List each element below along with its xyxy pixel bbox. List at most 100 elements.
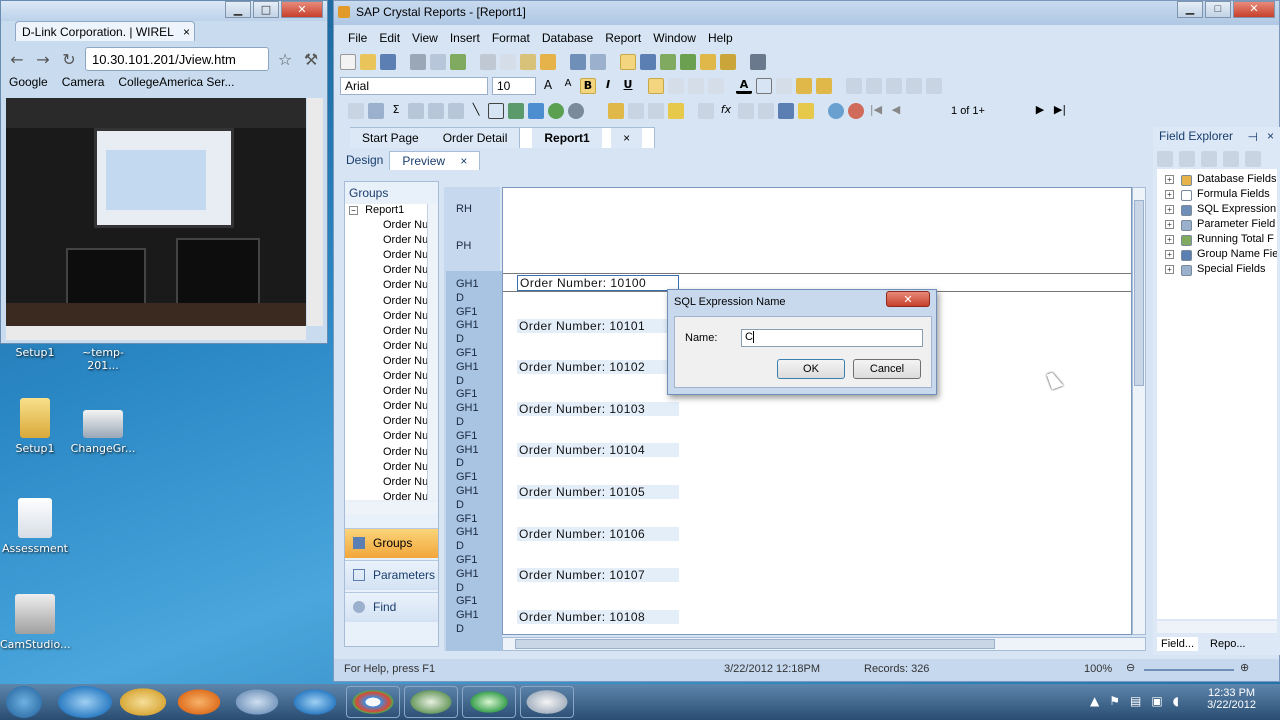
bold-icon[interactable]: B bbox=[580, 78, 596, 94]
undo-icon[interactable] bbox=[570, 54, 586, 70]
font-size-select[interactable]: 10 bbox=[492, 77, 536, 95]
tree-item[interactable]: Order Nu bbox=[345, 325, 427, 340]
expand-icon[interactable]: + bbox=[1165, 235, 1174, 244]
menu-insert[interactable]: Insert bbox=[444, 29, 486, 47]
expand-icon[interactable]: + bbox=[1165, 205, 1174, 214]
maximize-icon[interactable]: □ bbox=[1205, 1, 1231, 18]
start-button[interactable] bbox=[6, 686, 42, 718]
expand-icon[interactable]: + bbox=[1165, 175, 1174, 184]
database-expert-icon[interactable] bbox=[608, 103, 624, 119]
lock-size-icon[interactable] bbox=[816, 78, 832, 94]
back-icon[interactable]: ← bbox=[7, 50, 27, 69]
scroll-thumb[interactable] bbox=[515, 639, 995, 649]
tree-item[interactable]: Order Nu bbox=[345, 264, 427, 279]
taskbar-ie-icon-2[interactable] bbox=[288, 686, 342, 718]
menu-help[interactable]: Help bbox=[702, 29, 739, 47]
page-indicator[interactable]: 1 of 1+ bbox=[908, 105, 1028, 117]
redo-icon[interactable] bbox=[590, 54, 606, 70]
insert-flash-icon[interactable] bbox=[568, 103, 584, 119]
underline-icon[interactable]: U bbox=[620, 78, 636, 94]
ok-button[interactable]: OK bbox=[777, 359, 845, 379]
field-explorer-item[interactable]: + Parameter Field bbox=[1157, 218, 1277, 233]
flag-icon[interactable]: ⚑ bbox=[1109, 694, 1120, 708]
zoom-in-icon[interactable]: ⊕ bbox=[1240, 661, 1249, 674]
first-page-icon[interactable]: |◀ bbox=[868, 103, 884, 119]
print-icon[interactable] bbox=[410, 54, 426, 70]
justify-icon[interactable] bbox=[708, 78, 724, 94]
tab-close-icon[interactable]: × bbox=[183, 25, 190, 39]
tab-design[interactable]: Design bbox=[340, 151, 389, 170]
order-number-field[interactable]: Order Number: 10103 bbox=[517, 401, 679, 416]
find-button[interactable]: Find bbox=[345, 592, 438, 622]
sort-expert-icon[interactable] bbox=[648, 103, 664, 119]
tab-preview[interactable]: Preview × bbox=[389, 151, 481, 170]
insert-picture-icon[interactable] bbox=[508, 103, 524, 119]
expand-icon[interactable]: + bbox=[1165, 250, 1174, 259]
report-canvas[interactable]: Order Number: 10100 Order Number: 10101 Or… bbox=[502, 187, 1132, 635]
menu-database[interactable]: Database bbox=[536, 29, 599, 47]
report-horizontal-scrollbar[interactable] bbox=[502, 637, 1146, 651]
italic-icon[interactable]: I bbox=[600, 78, 616, 94]
tree-item[interactable]: Order Nu bbox=[345, 249, 427, 264]
field-explorer-icon[interactable] bbox=[660, 54, 676, 70]
percent-icon[interactable] bbox=[886, 78, 902, 94]
tab-order-detail[interactable]: Order Detail bbox=[430, 127, 520, 148]
desktop-icon-assessment[interactable]: Assessment bbox=[0, 498, 70, 555]
tree-root[interactable]: − Report1 bbox=[345, 204, 427, 219]
address-bar[interactable]: 10.30.101.201/Jview.htm bbox=[85, 47, 269, 71]
insert-crosstab-icon[interactable] bbox=[408, 103, 424, 119]
tab-close-icon[interactable]: × bbox=[611, 127, 643, 148]
taskbar-chrome-icon[interactable] bbox=[346, 686, 400, 718]
menu-view[interactable]: View bbox=[406, 29, 444, 47]
repository-icon[interactable] bbox=[700, 54, 716, 70]
cut-icon[interactable] bbox=[480, 54, 496, 70]
expand-icon[interactable]: + bbox=[1165, 190, 1174, 199]
tree-item[interactable]: Order Nu bbox=[345, 430, 427, 445]
close-icon[interactable]: ✕ bbox=[1233, 1, 1275, 18]
tree-item[interactable]: Order Nu bbox=[345, 491, 427, 500]
tree-vertical-scrollbar[interactable] bbox=[427, 204, 438, 500]
edit-field-icon[interactable] bbox=[1223, 151, 1239, 167]
tree-item[interactable]: Order Nu bbox=[345, 461, 427, 476]
scroll-thumb[interactable] bbox=[1134, 200, 1144, 386]
lock-format-icon[interactable] bbox=[796, 78, 812, 94]
insert-box-icon[interactable] bbox=[488, 103, 504, 119]
paste-icon[interactable] bbox=[520, 54, 536, 70]
align-right-icon[interactable] bbox=[688, 78, 704, 94]
desktop-icon-temp[interactable]: ~temp-201... bbox=[68, 346, 138, 372]
increase-font-icon[interactable]: A bbox=[540, 78, 556, 94]
next-page-icon[interactable]: ▶ bbox=[1032, 103, 1048, 119]
star-icon[interactable]: ☆ bbox=[275, 50, 295, 69]
menu-window[interactable]: Window bbox=[647, 29, 702, 47]
border-icon[interactable] bbox=[756, 78, 772, 94]
order-number-field[interactable]: Order Number: 10107 bbox=[517, 568, 679, 583]
browser-vertical-scrollbar[interactable] bbox=[307, 98, 323, 326]
workbench-icon[interactable] bbox=[720, 54, 736, 70]
minimize-icon[interactable]: ▁ bbox=[225, 1, 251, 18]
close-icon[interactable]: ✕ bbox=[281, 1, 323, 18]
tree-item[interactable]: Order Nu bbox=[345, 279, 427, 294]
forward-icon[interactable]: → bbox=[33, 50, 53, 69]
align-center-icon[interactable] bbox=[668, 78, 684, 94]
parameters-button[interactable]: Parameters bbox=[345, 560, 438, 590]
new-icon[interactable] bbox=[340, 54, 356, 70]
collapse-icon[interactable]: − bbox=[349, 206, 358, 215]
taskbar-window-icon[interactable] bbox=[520, 686, 574, 718]
tree-item[interactable]: Order Nu bbox=[345, 340, 427, 355]
suppress-icon[interactable] bbox=[776, 78, 792, 94]
field-explorer-item[interactable]: + Formula Fields bbox=[1157, 188, 1277, 203]
tree-item[interactable]: Order Nu bbox=[345, 234, 427, 249]
order-number-field[interactable]: Order Number: 10105 bbox=[517, 485, 679, 499]
taskbar-ie-icon[interactable] bbox=[58, 686, 112, 718]
insert-subreport-icon[interactable] bbox=[448, 103, 464, 119]
order-number-field[interactable]: Order Number: 10100 bbox=[517, 275, 679, 291]
pin-icon[interactable]: ⊣ bbox=[1248, 130, 1258, 144]
zoom-out-icon[interactable]: ⊖ bbox=[1126, 661, 1135, 674]
menu-format[interactable]: Format bbox=[486, 29, 536, 47]
tree-item[interactable]: Order Nu bbox=[345, 446, 427, 461]
groups-button[interactable]: Groups bbox=[345, 528, 438, 558]
group-tree[interactable]: − Report1 Order Nu Order Nu Order Nu Order … bbox=[345, 204, 427, 500]
cancel-button[interactable]: Cancel bbox=[853, 359, 921, 379]
comma-icon[interactable] bbox=[866, 78, 882, 94]
dependency-checker-icon[interactable] bbox=[680, 54, 696, 70]
